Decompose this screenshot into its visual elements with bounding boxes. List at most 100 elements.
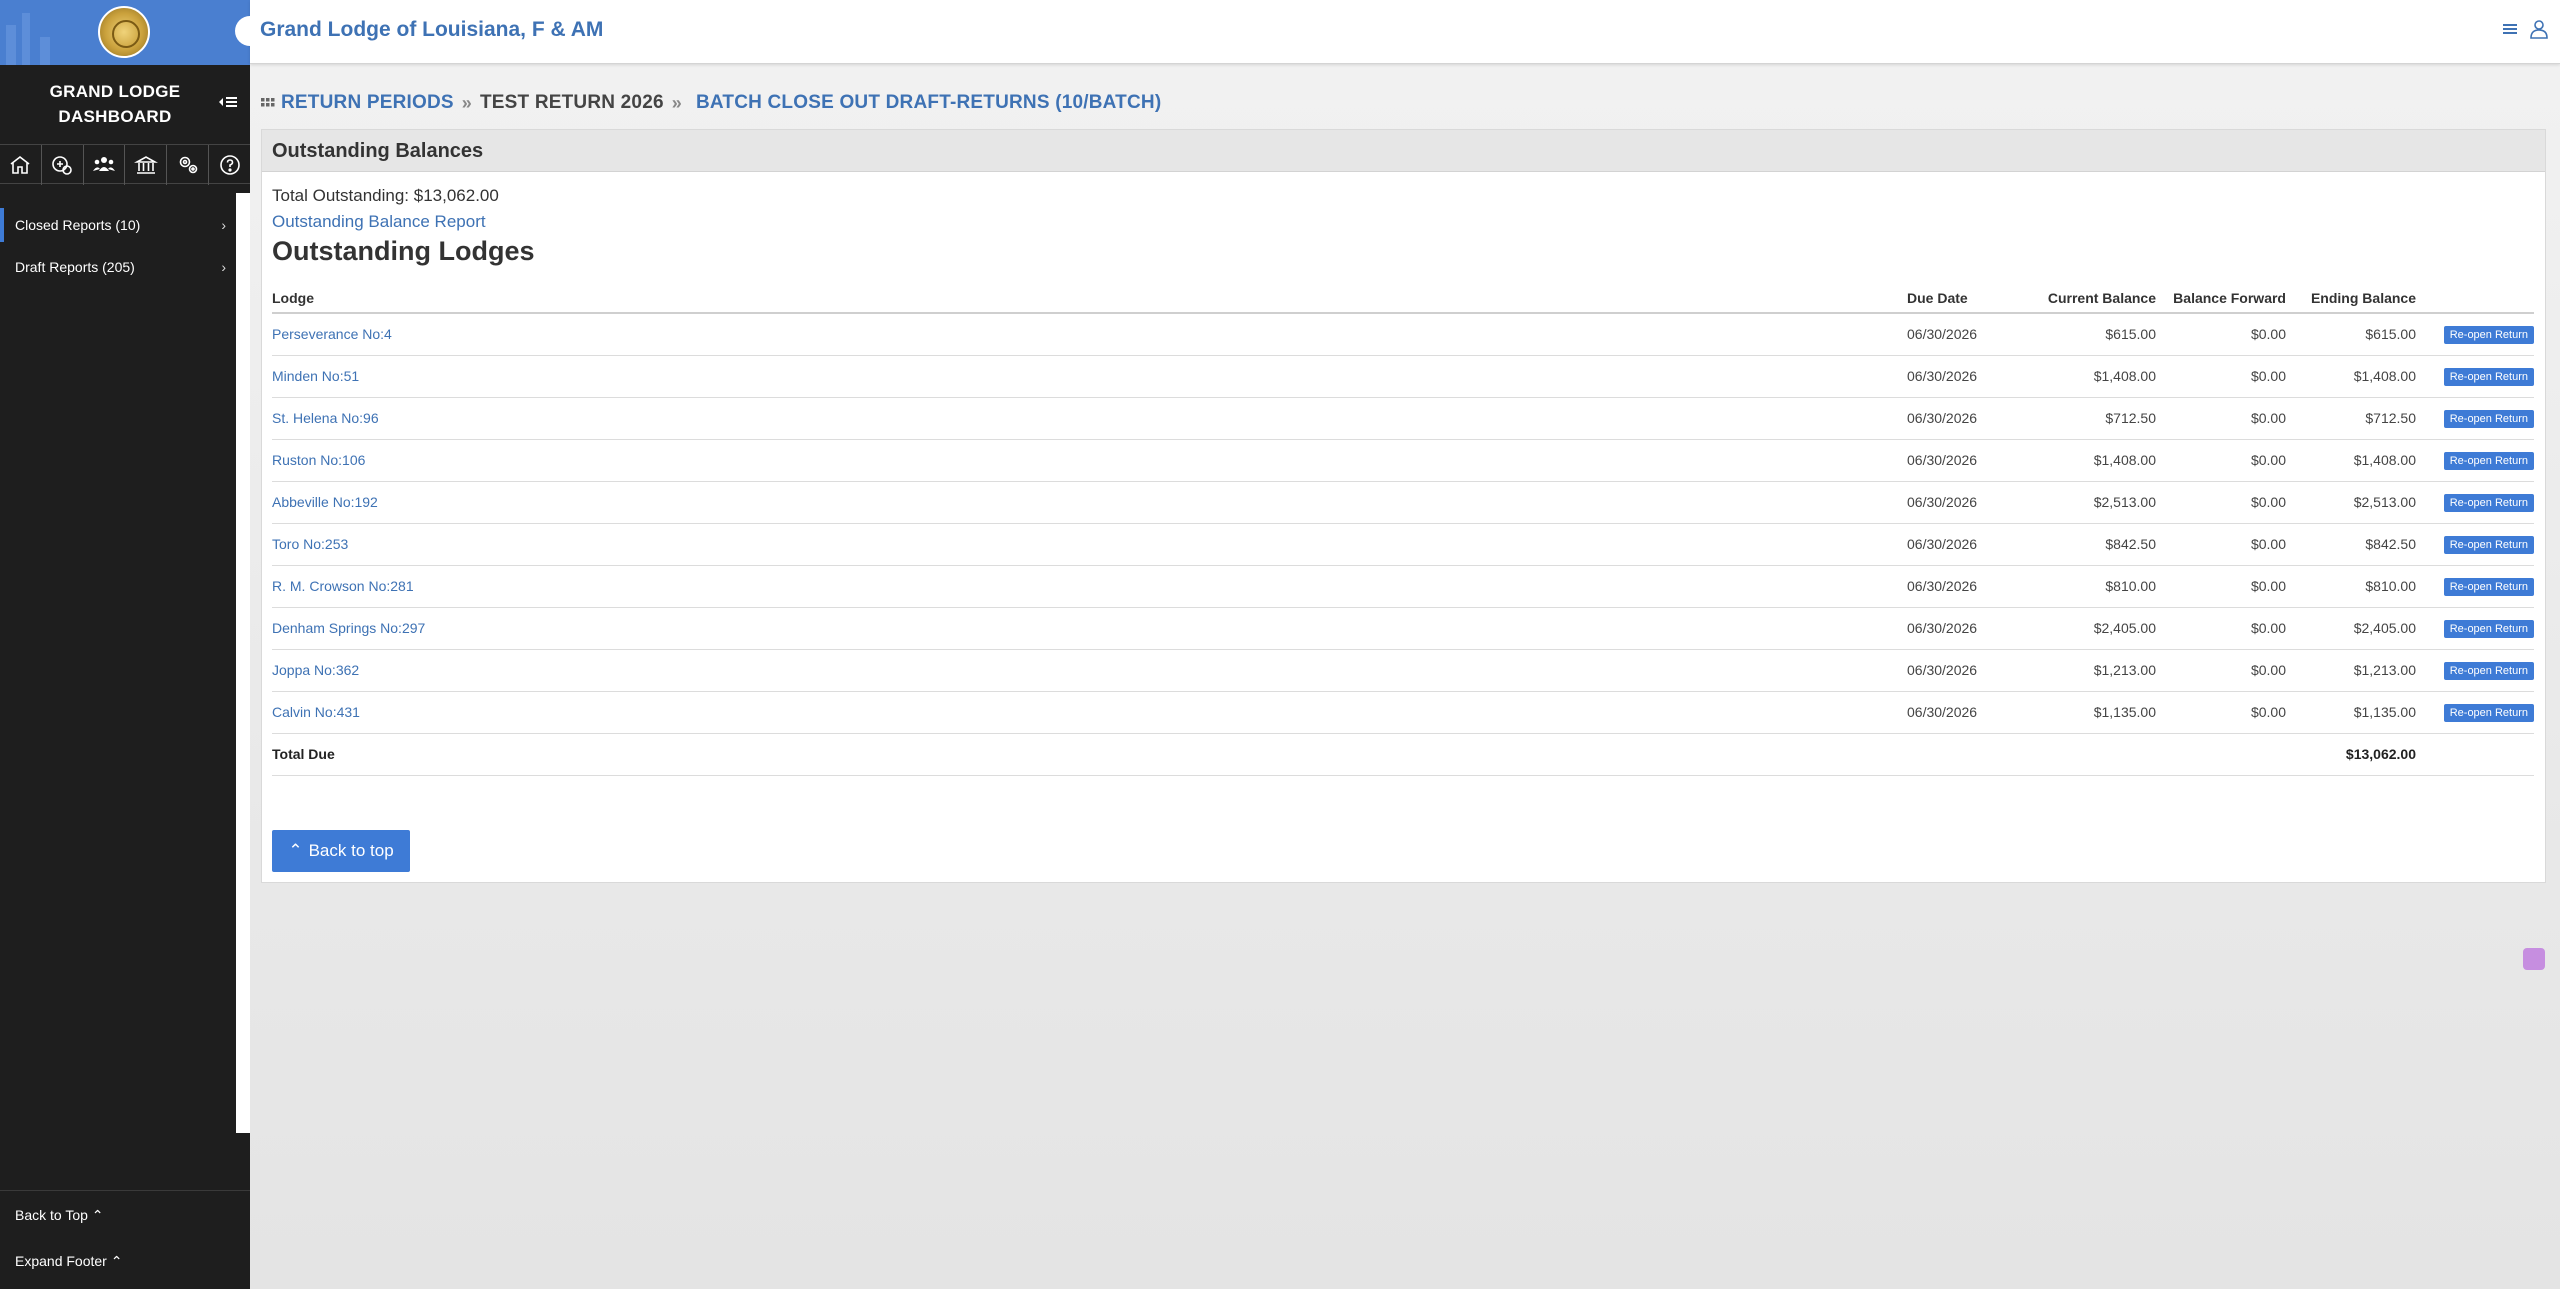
table-row: St. Helena No:96 06/30/2026 $712.50 $0.0… bbox=[272, 397, 2534, 440]
lodge-link[interactable]: Perseverance No:4 bbox=[272, 326, 392, 342]
home-button[interactable] bbox=[0, 145, 42, 185]
ending-balance-cell: $1,408.00 bbox=[2286, 355, 2416, 398]
user-profile-button[interactable] bbox=[2528, 18, 2550, 45]
table-header-row: Lodge Due Date Current Balance Balance F… bbox=[272, 283, 2534, 314]
column-header-balance-forward: Balance Forward bbox=[2156, 283, 2286, 314]
home-icon bbox=[10, 155, 30, 174]
outstanding-lodges-table: Lodge Due Date Current Balance Balance F… bbox=[272, 283, 2534, 776]
sidebar-item-closed-reports[interactable]: Closed Reports (10) › bbox=[0, 204, 236, 246]
sidebar-collapse-button[interactable] bbox=[212, 92, 242, 114]
empty-cell bbox=[1907, 733, 2022, 776]
back-to-top-button[interactable]: ⌃ Back to top bbox=[272, 830, 410, 872]
institution-button[interactable] bbox=[125, 145, 168, 185]
table-row: Ruston No:106 06/30/2026 $1,408.00 $0.00… bbox=[272, 439, 2534, 482]
breadcrumb-test-return: TEST RETURN 2026 bbox=[479, 92, 664, 113]
due-date-cell: 06/30/2026 bbox=[1907, 649, 2022, 692]
section-title: Outstanding Lodges bbox=[272, 236, 535, 266]
total-outstanding-text: Total Outstanding: $13,062.00 bbox=[272, 186, 499, 205]
lodge-link[interactable]: Joppa No:362 bbox=[272, 662, 359, 678]
current-balance-cell: $1,135.00 bbox=[2022, 691, 2156, 734]
empty-cell bbox=[2156, 733, 2286, 776]
ending-balance-cell: $1,135.00 bbox=[2286, 691, 2416, 734]
ending-balance-cell: $615.00 bbox=[2286, 313, 2416, 356]
reopen-return-button[interactable]: Re-open Return bbox=[2443, 451, 2534, 470]
reopen-return-button[interactable]: Re-open Return bbox=[2443, 703, 2534, 722]
due-date-cell: 06/30/2026 bbox=[1907, 607, 2022, 650]
reopen-return-button[interactable]: Re-open Return bbox=[2443, 409, 2534, 428]
column-header-action bbox=[2416, 283, 2534, 314]
reopen-return-button[interactable]: Re-open Return bbox=[2443, 325, 2534, 344]
panel-body: Total Outstanding: $13,062.00 Outstandin… bbox=[262, 172, 2545, 788]
grid-icon bbox=[261, 98, 275, 107]
current-balance-cell: $1,408.00 bbox=[2022, 355, 2156, 398]
table-row: Calvin No:431 06/30/2026 $1,135.00 $0.00… bbox=[272, 691, 2534, 734]
sidebar-item-label: Closed Reports (10) bbox=[15, 217, 141, 233]
chevron-up-icon: ⌃ bbox=[91, 1207, 104, 1223]
empty-cell bbox=[2416, 733, 2534, 776]
reopen-return-button[interactable]: Re-open Return bbox=[2443, 577, 2534, 596]
expand-footer-label: Expand Footer bbox=[15, 1253, 107, 1269]
members-button[interactable] bbox=[84, 145, 126, 185]
current-balance-cell: $810.00 bbox=[2022, 565, 2156, 608]
settings-icon bbox=[179, 156, 198, 174]
ending-balance-cell: $2,513.00 bbox=[2286, 481, 2416, 524]
table-row: Abbeville No:192 06/30/2026 $2,513.00 $0… bbox=[272, 481, 2534, 524]
lodge-link[interactable]: Toro No:253 bbox=[272, 536, 348, 552]
sidebar-back-to-top-label: Back to Top bbox=[15, 1207, 88, 1223]
expand-footer-button[interactable]: Expand Footer ⌃ bbox=[0, 1253, 250, 1270]
back-to-top-label: Back to top bbox=[308, 841, 394, 860]
members-icon bbox=[93, 157, 116, 171]
table-row: Perseverance No:4 06/30/2026 $615.00 $0.… bbox=[272, 313, 2534, 356]
breadcrumb: RETURN PERIODS » TEST RETURN 2026 » BATC… bbox=[261, 92, 1161, 114]
reopen-return-button[interactable]: Re-open Return bbox=[2443, 661, 2534, 680]
reopen-return-button[interactable]: Re-open Return bbox=[2443, 367, 2534, 386]
header-title[interactable]: Grand Lodge of Louisiana, F & AM bbox=[260, 18, 603, 42]
grand-lodge-seal-logo[interactable] bbox=[98, 6, 150, 58]
lodge-link[interactable]: R. M. Crowson No:281 bbox=[272, 578, 414, 594]
total-due-row: Total Due $13,062.00 bbox=[272, 733, 2534, 776]
balance-forward-cell: $0.00 bbox=[2156, 481, 2286, 524]
chat-widget-icon[interactable] bbox=[2523, 948, 2545, 970]
balance-forward-cell: $0.00 bbox=[2156, 313, 2286, 356]
column-header-due-date: Due Date bbox=[1907, 283, 2022, 314]
lodge-settings-icon bbox=[52, 156, 73, 175]
dashboard-title: GRAND LODGE DASHBOARD bbox=[0, 79, 230, 129]
chevron-up-icon: ⌃ bbox=[288, 841, 303, 860]
settings-button[interactable] bbox=[167, 145, 210, 185]
outstanding-balance-report-link[interactable]: Outstanding Balance Report bbox=[272, 212, 486, 232]
reopen-return-button[interactable]: Re-open Return bbox=[2443, 535, 2534, 554]
header-menu-button[interactable] bbox=[2500, 18, 2522, 45]
ending-balance-cell: $810.00 bbox=[2286, 565, 2416, 608]
sidebar-item-draft-reports[interactable]: Draft Reports (205) › bbox=[0, 246, 236, 288]
ending-balance-cell: $1,213.00 bbox=[2286, 649, 2416, 692]
ending-balance-cell: $1,408.00 bbox=[2286, 439, 2416, 482]
lodge-link[interactable]: Denham Springs No:297 bbox=[272, 620, 425, 636]
balance-forward-cell: $0.00 bbox=[2156, 607, 2286, 650]
due-date-cell: 06/30/2026 bbox=[1907, 691, 2022, 734]
current-balance-cell: $1,213.00 bbox=[2022, 649, 2156, 692]
sidebar-item-label: Draft Reports (205) bbox=[15, 259, 135, 275]
lodge-link[interactable]: Abbeville No:192 bbox=[272, 494, 378, 510]
current-balance-cell: $615.00 bbox=[2022, 313, 2156, 356]
lodge-link[interactable]: St. Helena No:96 bbox=[272, 410, 379, 426]
sidebar-back-to-top[interactable]: Back to Top ⌃ bbox=[0, 1190, 250, 1240]
lodge-settings-button[interactable] bbox=[42, 145, 84, 185]
lodge-link[interactable]: Ruston No:106 bbox=[272, 452, 365, 468]
breadcrumb-return-periods[interactable]: RETURN PERIODS bbox=[281, 92, 454, 114]
top-header: Grand Lodge of Louisiana, F & AM bbox=[235, 0, 2560, 64]
help-button[interactable] bbox=[209, 145, 250, 185]
due-date-cell: 06/30/2026 bbox=[1907, 565, 2022, 608]
lodge-link[interactable]: Minden No:51 bbox=[272, 368, 359, 384]
user-icon bbox=[2530, 20, 2548, 39]
breadcrumb-batch-close-out[interactable]: BATCH CLOSE OUT DRAFT-RETURNS (10/BATCH) bbox=[696, 92, 1161, 114]
lodge-link[interactable]: Calvin No:431 bbox=[272, 704, 360, 720]
reopen-return-button[interactable]: Re-open Return bbox=[2443, 619, 2534, 638]
help-icon bbox=[219, 155, 240, 175]
due-date-cell: 06/30/2026 bbox=[1907, 313, 2022, 356]
reopen-return-button[interactable]: Re-open Return bbox=[2443, 493, 2534, 512]
table-row: Toro No:253 06/30/2026 $842.50 $0.00 $84… bbox=[272, 523, 2534, 566]
table-row: R. M. Crowson No:281 06/30/2026 $810.00 … bbox=[272, 565, 2534, 608]
total-due-label: Total Due bbox=[272, 733, 1907, 776]
ending-balance-cell: $712.50 bbox=[2286, 397, 2416, 440]
empty-cell bbox=[2022, 733, 2156, 776]
